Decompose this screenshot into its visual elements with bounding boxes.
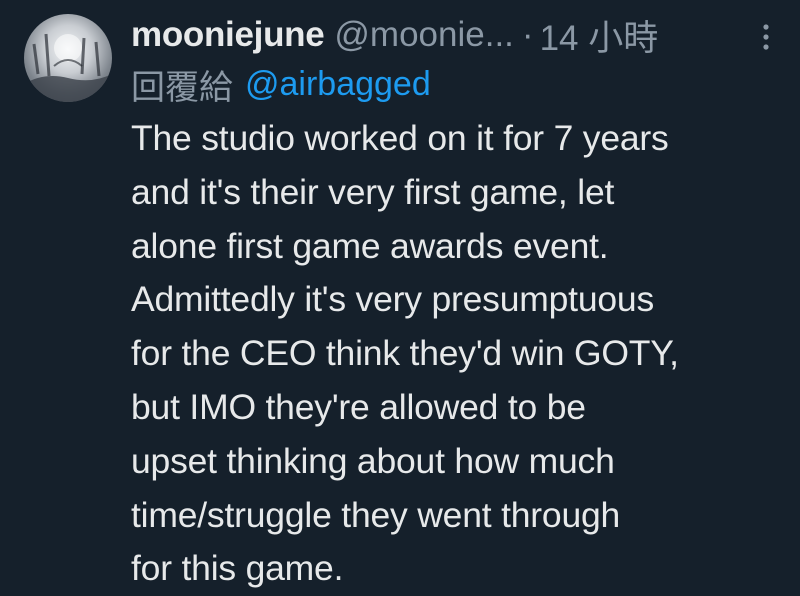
tweet-text-line: upset thinking about how much <box>131 440 615 481</box>
tweet-text-line: alone first game awards event. <box>131 225 609 266</box>
tweet-body: The studio worked on it for 7 years and … <box>131 112 783 596</box>
tweet-text-line: for the CEO think they'd win GOTY, <box>131 333 679 374</box>
display-name[interactable]: mooniejune <box>131 15 325 55</box>
tweet-text-line: and it's their very first game, let <box>131 171 615 212</box>
tweet-text-line: The studio worked on it for 7 years <box>131 118 669 158</box>
tweet-header: mooniejune @moonie... · 14 小時 <box>131 12 780 58</box>
avatar[interactable] <box>24 14 112 102</box>
tweet-text-line: for this game. <box>131 548 344 589</box>
tweet-text-line: time/struggle they went through <box>131 494 621 535</box>
more-vertical-icon[interactable] <box>758 22 774 52</box>
timestamp[interactable]: 14 小時 <box>540 10 659 61</box>
user-handle[interactable]: @moonie... <box>334 15 514 55</box>
tweet-text-line: but IMO they're allowed to be <box>131 386 586 427</box>
tweet[interactable]: mooniejune @moonie... · 14 小時 回覆給 @airba… <box>0 0 800 596</box>
reply-prefix: 回覆給 <box>131 68 233 107</box>
separator-dot: · <box>521 15 534 54</box>
tweet-text-line: Admittedly it's very presumptuous <box>131 279 655 320</box>
reply-context: 回覆給 @airbagged <box>131 62 431 107</box>
reply-mention-link[interactable]: @airbagged <box>245 65 431 104</box>
